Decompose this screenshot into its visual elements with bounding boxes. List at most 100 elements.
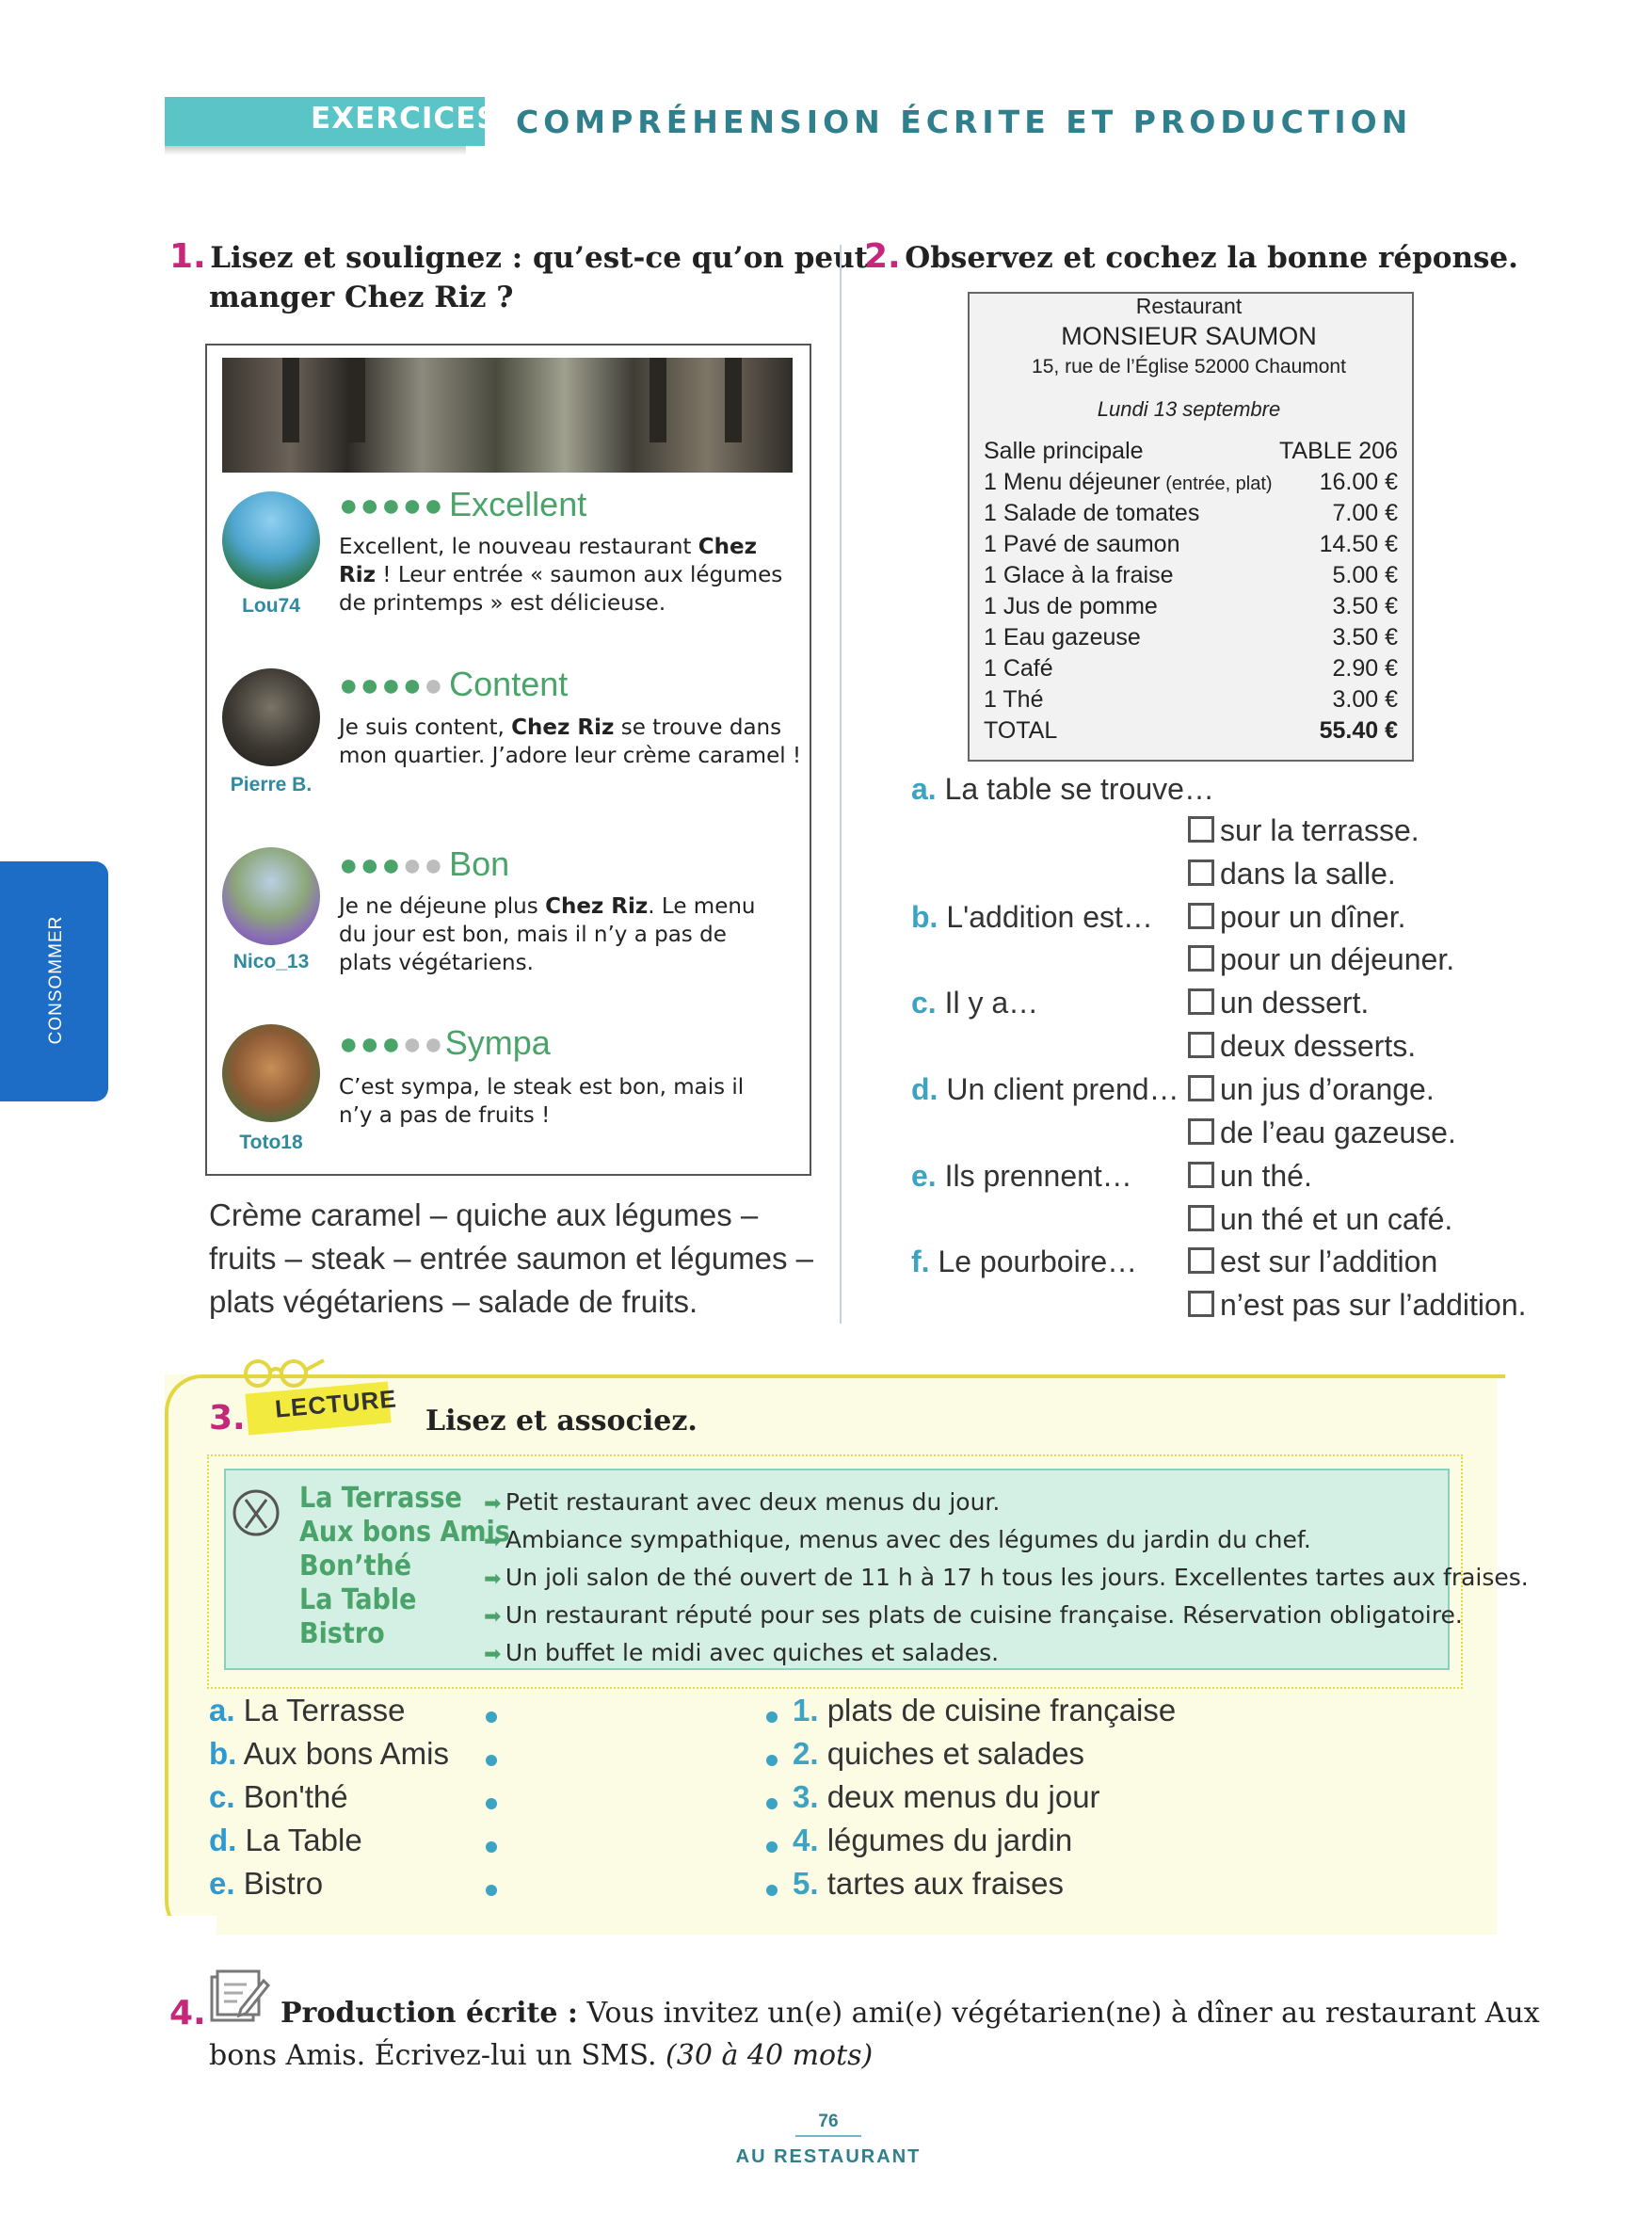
match-text: quiches et salades bbox=[818, 1736, 1085, 1771]
checkbox[interactable] bbox=[1188, 1205, 1214, 1231]
food-list[interactable]: Crème caramel – quiche aux légumes – fru… bbox=[209, 1194, 813, 1324]
receipt-room: Salle principale bbox=[984, 438, 1144, 464]
match-number: 2. bbox=[793, 1736, 819, 1771]
match-number: 5. bbox=[793, 1866, 819, 1901]
receipt-item-price: 2.90 € bbox=[1332, 655, 1398, 682]
review-text: Je suis content, Chez Riz se trouve dans… bbox=[339, 714, 801, 770]
food-list-line[interactable]: plats végétariens – salade de fruits. bbox=[209, 1280, 813, 1324]
review-text-part: Je ne déjeune plus bbox=[339, 894, 546, 919]
food-list-line[interactable]: Crème caramel – quiche aux légumes – bbox=[209, 1194, 813, 1237]
ex2-instruction: Observez et cochez la bonne réponse. bbox=[905, 241, 1518, 275]
checkbox[interactable] bbox=[1188, 1032, 1214, 1058]
checkbox[interactable] bbox=[1188, 903, 1214, 929]
receipt-item-price: 5.00 € bbox=[1332, 562, 1398, 588]
ex1-heading: 1. Lisez et soulignez : qu’est-ce qu’on … bbox=[169, 237, 868, 276]
option-label: n’est pas sur l’addition. bbox=[1220, 1288, 1527, 1322]
checkbox[interactable] bbox=[1188, 988, 1214, 1015]
photo-pillar bbox=[650, 358, 666, 442]
review-text-bold: Chez Riz bbox=[545, 894, 649, 919]
glasses-icon bbox=[244, 1358, 325, 1388]
checkbox[interactable] bbox=[1188, 816, 1214, 843]
question-letter: f. bbox=[911, 1245, 930, 1278]
answer-option[interactable]: un jus d’orange. bbox=[1188, 1072, 1435, 1107]
checkbox[interactable] bbox=[1188, 1247, 1214, 1274]
review-username: Pierre B. bbox=[230, 774, 313, 795]
review-text-part: plats végétariens. bbox=[339, 951, 534, 975]
review-text-part: . Le menu bbox=[648, 894, 756, 919]
restaurant-desc: Un buffet le midi avec quiches et salade… bbox=[505, 1639, 1000, 1666]
match-dot[interactable] bbox=[766, 1798, 778, 1809]
restaurant-name: Bon’thé bbox=[299, 1550, 412, 1582]
match-text: Bistro bbox=[234, 1866, 324, 1901]
header-tag: EXERCICES bbox=[311, 102, 499, 136]
checkbox[interactable] bbox=[1188, 1162, 1214, 1188]
question: a. La table se trouve… bbox=[911, 772, 1214, 807]
ex3-instruction: Lisez et associez. bbox=[425, 1405, 698, 1438]
match-dot[interactable] bbox=[766, 1755, 778, 1766]
answer-option[interactable]: un thé et un café. bbox=[1188, 1202, 1452, 1237]
checkbox[interactable] bbox=[1188, 1291, 1214, 1317]
question-text: Un client prend… bbox=[938, 1072, 1179, 1106]
match-dot[interactable] bbox=[486, 1755, 497, 1766]
review-rating: ●●●●● Bon bbox=[339, 844, 509, 884]
receipt-total-label: TOTAL bbox=[984, 717, 1058, 744]
answer-option[interactable]: deux desserts. bbox=[1188, 1029, 1416, 1064]
match-dot[interactable] bbox=[486, 1841, 497, 1853]
match-left-column: a. La Terrasse b. Aux bons Amis c. Bon't… bbox=[209, 1689, 449, 1905]
answer-option[interactable]: est sur l’addition bbox=[1188, 1245, 1437, 1279]
answer-option[interactable]: un thé. bbox=[1188, 1159, 1312, 1194]
receipt-item-price: 3.50 € bbox=[1332, 624, 1398, 651]
receipt-item-label: 1 Pavé de saumon bbox=[984, 531, 1180, 557]
review-text-part: mon quartier. J’adore leur crème caramel… bbox=[339, 744, 802, 768]
answer-option[interactable]: pour un dîner. bbox=[1188, 900, 1405, 935]
rating-dots: ●●●●● bbox=[339, 488, 445, 523]
answer-option[interactable]: de l’eau gazeuse. bbox=[1188, 1116, 1456, 1150]
match-dot[interactable] bbox=[766, 1841, 778, 1853]
match-dot[interactable] bbox=[486, 1885, 497, 1896]
photo-pillar bbox=[282, 358, 299, 442]
answer-option[interactable]: un dessert. bbox=[1188, 986, 1369, 1020]
review-rating: ●●●●● Content bbox=[339, 665, 568, 704]
question: d. Un client prend… bbox=[911, 1072, 1179, 1107]
review-text-part: C’est sympa, le steak est bon, mais il bbox=[339, 1075, 745, 1100]
checkbox[interactable] bbox=[1188, 945, 1214, 972]
restaurant-desc: Petit restaurant avec deux menus du jour… bbox=[505, 1488, 1001, 1516]
match-text: Aux bons Amis bbox=[236, 1736, 449, 1771]
receipt-item-label: 1 Glace à la fraise bbox=[984, 562, 1174, 588]
review-text-bold: Chez Riz bbox=[511, 715, 615, 740]
checkbox[interactable] bbox=[1188, 1075, 1214, 1101]
match-dot[interactable] bbox=[486, 1711, 497, 1723]
match-text: légumes du jardin bbox=[818, 1823, 1073, 1857]
match-dot[interactable] bbox=[766, 1711, 778, 1723]
rating-dots: ●●●●● bbox=[339, 1026, 445, 1062]
match-dot[interactable] bbox=[486, 1798, 497, 1809]
avatar bbox=[222, 668, 320, 766]
arrow-right-icon: ➡ bbox=[484, 1529, 502, 1552]
receipt-address: 15, rue de l’Église 52000 Chaumont bbox=[1032, 356, 1346, 378]
restaurant-desc: Un restaurant réputé pour ses plats de c… bbox=[505, 1601, 1463, 1629]
question-letter: e. bbox=[911, 1159, 937, 1193]
food-list-line[interactable]: fruits – steak – entrée saumon et légume… bbox=[209, 1237, 813, 1280]
review-text-part: de printemps » est délicieuse. bbox=[339, 591, 666, 616]
answer-option[interactable]: sur la terrasse. bbox=[1188, 813, 1419, 848]
receipt-table: TABLE 206 bbox=[1278, 438, 1398, 464]
receipt-item-row: 1 Pavé de saumon 14.50 € bbox=[984, 531, 1398, 558]
ex4-text: Vous invitez un(e) ami(e) végétarien(ne)… bbox=[577, 1997, 1540, 2030]
option-label: de l’eau gazeuse. bbox=[1220, 1116, 1456, 1149]
answer-option[interactable]: n’est pas sur l’addition. bbox=[1188, 1288, 1527, 1323]
match-text: La Terrasse bbox=[234, 1693, 406, 1727]
receipt-item-row: 1 Jus de pomme 3.50 € bbox=[984, 593, 1398, 620]
match-number: 1. bbox=[793, 1693, 819, 1727]
receipt-item-note: (entrée, plat) bbox=[1160, 474, 1273, 494]
answer-option[interactable]: dans la salle. bbox=[1188, 857, 1396, 892]
review-username: Toto18 bbox=[239, 1132, 303, 1153]
answer-option[interactable]: pour un déjeuner. bbox=[1188, 942, 1454, 977]
review-title: Excellent bbox=[449, 485, 587, 523]
checkbox[interactable] bbox=[1188, 1118, 1214, 1145]
match-letter: c. bbox=[209, 1779, 235, 1814]
checkbox[interactable] bbox=[1188, 859, 1214, 886]
avatar bbox=[222, 847, 320, 945]
footer-title: AU RESTAURANT bbox=[735, 2146, 922, 2167]
receipt-item-row: 1 Thé 3.00 € bbox=[984, 686, 1398, 714]
match-dot[interactable] bbox=[766, 1885, 778, 1896]
